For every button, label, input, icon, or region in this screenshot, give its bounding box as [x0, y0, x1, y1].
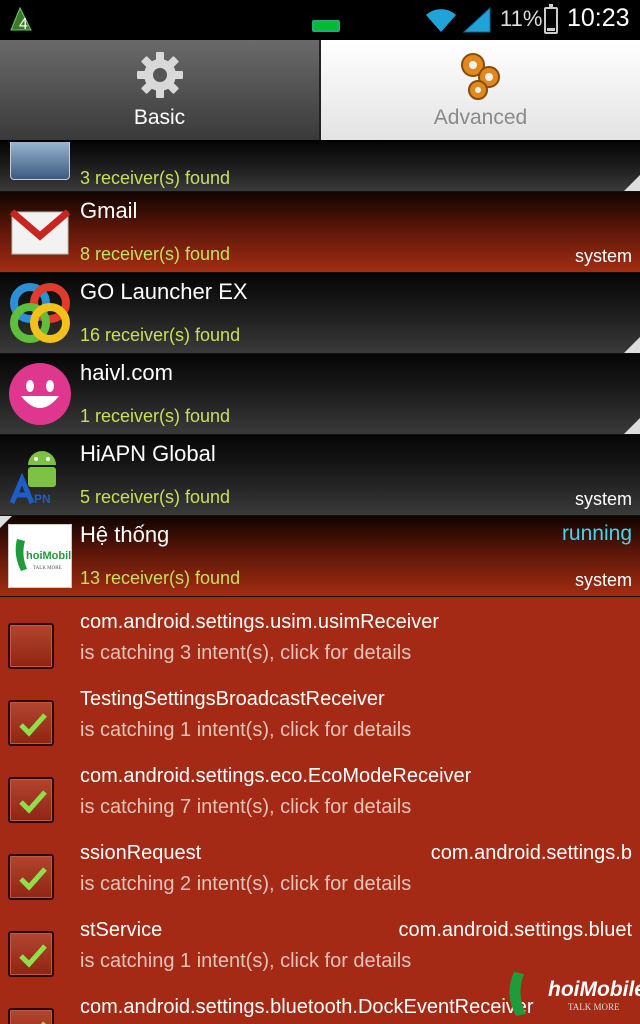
receiver-name: com.android.settings.bluetooth.DockEvent… [80, 996, 534, 1018]
receiver-description: is catching 1 intent(s), click for detai… [80, 950, 412, 972]
watermark-brand: hoiMobile [548, 978, 640, 1001]
gears-icon [456, 50, 506, 106]
watermark-tagline: TALK MORE [568, 1002, 620, 1012]
receiver-count: 5 receiver(s) found [80, 487, 231, 507]
system-tag: system [574, 570, 632, 590]
check-icon [19, 713, 47, 737]
app-row[interactable]: GO Launcher EX 16 receiver(s) found [0, 273, 640, 354]
notification-count: 4 [19, 16, 28, 33]
receiver-count: 3 receiver(s) found [80, 168, 231, 188]
receiver-item[interactable]: TestingSettingsBroadcastReceiver is catc… [0, 674, 640, 751]
check-icon [40, 1021, 47, 1024]
app-row[interactable]: 3 receiver(s) found [0, 142, 640, 192]
receiver-item[interactable]: com.android.settings.eco.EcoModeReceiver… [0, 751, 640, 828]
wifi-icon [424, 6, 458, 38]
watermark-logo: hoiMobile TALK MORE [504, 968, 640, 1020]
check-icon [19, 790, 47, 814]
receiver-name-marquee: com.android.settings.b [430, 842, 632, 864]
receiver-count: 13 receiver(s) found [80, 568, 241, 588]
app-row-expanded[interactable]: hoiMobile TALK MORE Hệ thống running 13 … [0, 516, 640, 597]
receiver-description: is catching 7 intent(s), click for detai… [80, 796, 412, 818]
app-name: Gmail [80, 198, 138, 223]
tab-advanced[interactable]: Advanced [321, 40, 640, 140]
receiver-name: stService [80, 919, 163, 941]
receiver-description: is catching 3 intent(s), click for detai… [80, 642, 412, 664]
tab-basic-label: Basic [133, 106, 186, 129]
app-row[interactable]: Gmail 8 receiver(s) found system [0, 192, 640, 273]
receiver-item[interactable]: com.android.settings.usim.usimReceiver i… [0, 597, 640, 674]
android-apn-icon: PN [8, 443, 72, 507]
receiver-checkbox[interactable] [8, 623, 54, 669]
gmail-icon [8, 200, 72, 264]
receiver-list: com.android.settings.usim.usimReceiver i… [0, 597, 640, 1024]
receiver-checkbox[interactable] [8, 700, 54, 746]
check-icon [19, 944, 47, 968]
receiver-checkbox[interactable] [8, 931, 54, 977]
system-tag: system [574, 246, 632, 266]
battery-percent: 11% [500, 6, 543, 31]
corner-marker [624, 337, 640, 353]
receiver-item[interactable]: ssionRequest com.android.settings.b is c… [0, 828, 640, 905]
receiver-count: 16 receiver(s) found [80, 325, 241, 345]
corner-marker [624, 418, 640, 434]
receiver-checkbox[interactable] [8, 777, 54, 823]
app-name: GO Launcher EX [80, 279, 248, 304]
app-row[interactable]: PN HiAPN Global 5 receiver(s) found syst… [0, 435, 640, 516]
system-tag: system [574, 489, 632, 509]
receiver-description: is catching 1 intent(s), click for detai… [80, 719, 412, 741]
svg-text:PN: PN [34, 492, 51, 506]
smiley-icon [8, 362, 72, 426]
clock: 10:23 [567, 4, 630, 32]
receiver-checkbox[interactable] [8, 854, 54, 900]
receiver-count: 8 receiver(s) found [80, 244, 231, 264]
image-icon [10, 142, 70, 180]
receiver-name-marquee: com.android.settings.bluet [398, 919, 632, 941]
go-launcher-icon [8, 281, 72, 345]
receiver-count: 1 receiver(s) found [80, 406, 231, 426]
signal-icon [462, 6, 492, 38]
app-name: haivl.com [80, 360, 173, 385]
receiver-description: is catching 2 intent(s), click for detai… [80, 873, 412, 895]
svg-text:hoiMobile: hoiMobile [26, 550, 71, 562]
receiver-checkbox[interactable] [8, 1008, 54, 1024]
receiver-name: com.android.settings.usim.usimReceiver [80, 611, 440, 633]
app-list[interactable]: 3 receiver(s) found Gmail 8 receiver(s) … [0, 142, 640, 1024]
receiver-name: ssionRequest [80, 842, 202, 864]
check-icon [19, 867, 47, 891]
tab-bar: Basic Advanced [0, 40, 640, 140]
receiver-name: TestingSettingsBroadcastReceiver [80, 688, 385, 710]
battery-saver-icon [312, 20, 340, 32]
tab-basic[interactable]: Basic [0, 40, 321, 140]
status-bar: 4 11% 10:23 [0, 0, 640, 40]
thoimobile-icon: hoiMobile TALK MORE [8, 524, 77, 588]
app-name: Hệ thống [80, 522, 170, 547]
app-name: HiAPN Global [80, 441, 216, 466]
tab-advanced-label: Advanced [433, 106, 528, 129]
corner-marker [624, 175, 640, 191]
phone-icon [509, 972, 526, 1016]
app-row[interactable]: haivl.com 1 receiver(s) found [0, 354, 640, 435]
running-status: running [561, 522, 632, 545]
gear-icon [135, 50, 185, 104]
receiver-name: com.android.settings.eco.EcoModeReceiver [80, 765, 472, 787]
battery-icon [544, 4, 558, 34]
notification-icon: 4 [8, 6, 34, 34]
svg-text:TALK MORE: TALK MORE [33, 566, 62, 571]
